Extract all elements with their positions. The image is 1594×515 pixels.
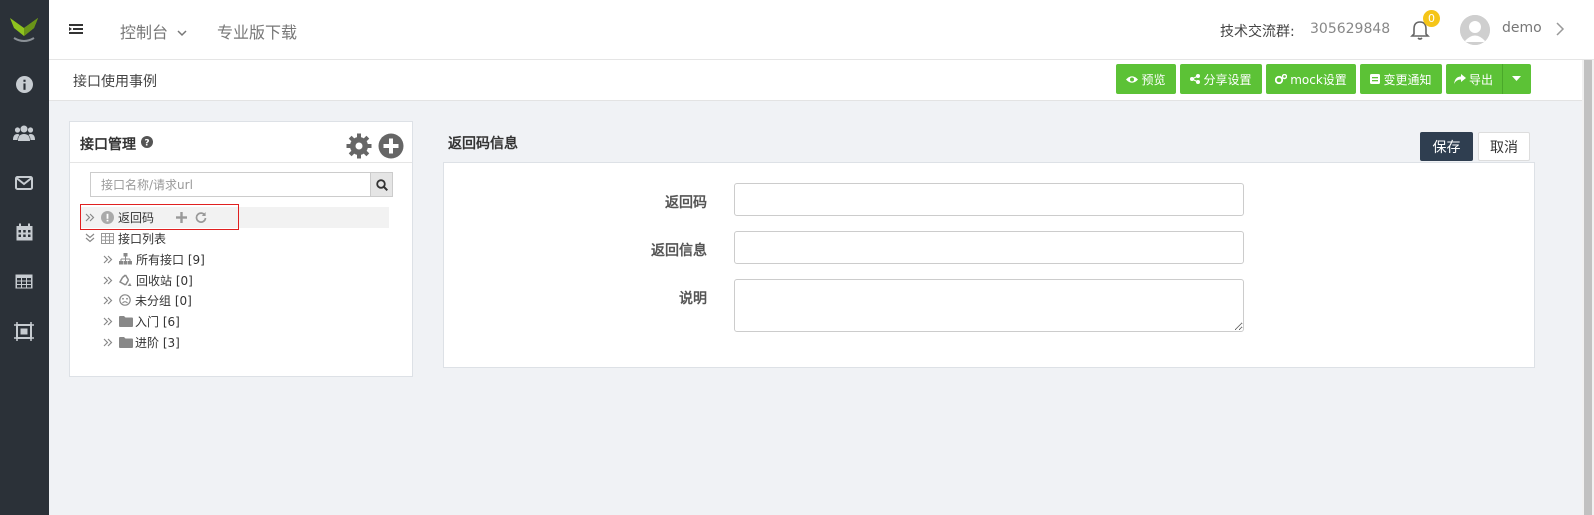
return-code-form: 返回码 返回信息 说明 [443,162,1535,368]
export-label: 导出 [1469,72,1494,87]
tree-item-label: 所有接口 [9] [136,252,205,267]
nav-pro-download[interactable]: 专业版下载 [217,19,297,43]
page-subheader: 接口使用事例 预览 分享设置 mock设置 变更通知 导出 [49,60,1582,101]
qq-group-label: 技术交流群: [1220,24,1295,40]
export-divider [1502,64,1503,94]
share-settings-button[interactable]: 分享设置 [1180,64,1262,94]
preview-button[interactable]: 预览 [1116,64,1176,94]
tree-item-getting-started[interactable]: 入门 [6] [103,311,180,331]
double-chevron-right-icon[interactable] [103,317,113,326]
top-header: 控制台 专业版下载 技术交流群: 305629848 0 demo [49,0,1594,60]
return-message-input[interactable] [734,231,1244,264]
double-chevron-down-icon[interactable] [85,233,95,243]
sidebar [0,0,49,515]
cogs-icon [1275,74,1288,84]
tree-item-label: 入门 [6] [135,314,180,329]
frame-icon[interactable] [13,320,35,342]
folder-icon [119,315,133,327]
share-icon [1190,74,1201,84]
tree-item-label: 返回码 [118,210,155,225]
search-button[interactable] [370,172,393,197]
recycle-icon [119,273,132,286]
tree-item-label: 接口列表 [118,231,167,246]
qq-group-number: 305629848 [1310,21,1391,37]
svg-text:?: ? [144,138,149,148]
change-notify-button[interactable]: 变更通知 [1360,64,1442,94]
api-tree-panel: 接口管理 ? 返回码 接口列表 所有接口 [69,121,413,377]
tree-item-advanced[interactable]: 进阶 [3] [103,332,180,352]
chevron-right-icon[interactable] [1555,22,1565,36]
menu-toggle-icon[interactable] [69,22,83,36]
tree-item-recycle-bin[interactable]: 回收站 [0] [103,270,193,290]
mock-settings-label: mock设置 [1290,72,1347,87]
tree-item-label: 回收站 [0] [136,273,193,288]
api-search-input[interactable] [90,172,370,197]
double-chevron-right-icon[interactable] [103,276,113,285]
tree-item-ungrouped[interactable]: 未分组 [0] [103,290,192,310]
question-circle-icon[interactable]: ? [141,136,153,148]
description-textarea[interactable] [734,279,1244,332]
table-icon [101,232,114,244]
cancel-button[interactable]: 取消 [1478,132,1530,161]
tree-panel-header: 接口管理 ? [70,122,412,163]
notification-badge: 0 [1423,10,1440,27]
return-code-input[interactable] [734,183,1244,216]
plus-icon[interactable] [176,211,188,223]
save-button[interactable]: 保存 [1420,132,1473,161]
folder-icon [119,336,133,348]
mock-settings-button[interactable]: mock设置 [1266,64,1356,94]
return-code-label: 返回码 [665,195,707,211]
preview-label: 预览 [1141,72,1166,87]
users-icon[interactable] [13,121,35,143]
tree-item-label: 进阶 [3] [135,335,180,350]
frown-icon [119,294,131,306]
gear-icon[interactable] [346,133,372,159]
table-icon[interactable] [13,270,35,292]
exclamation-circle-icon [101,210,114,224]
notice-icon [1370,74,1381,84]
share-settings-label: 分享设置 [1203,72,1252,87]
return-message-label: 返回信息 [651,243,707,259]
change-notify-label: 变更通知 [1383,72,1432,87]
app-logo[interactable] [8,12,40,46]
avatar[interactable] [1460,15,1490,45]
double-chevron-right-icon[interactable] [103,296,113,305]
tree-title: 接口管理 [80,137,136,153]
double-chevron-right-icon[interactable] [103,255,113,264]
envelope-icon[interactable] [13,172,35,194]
calendar-icon[interactable] [13,221,35,243]
page-title: 接口使用事例 [73,74,157,90]
nav-console-label: 控制台 [120,23,169,42]
info-icon[interactable] [13,73,35,95]
double-chevron-right-icon[interactable] [85,213,95,222]
chevron-down-icon [177,30,187,37]
export-button[interactable]: 导出 [1446,64,1531,94]
tree-item-all-apis[interactable]: 所有接口 [9] [103,249,205,269]
tree-item-api-list[interactable]: 接口列表 [85,228,166,248]
form-title: 返回码信息 [448,136,518,152]
eye-icon [1126,75,1139,83]
user-name[interactable]: demo [1502,20,1542,36]
sitemap-icon [119,253,132,265]
tree-item-return-code[interactable]: 返回码 [85,207,207,227]
description-label: 说明 [679,291,707,307]
share-arrow-icon [1454,74,1466,84]
tree-item-label: 未分组 [0] [135,293,192,308]
vertical-scrollbar[interactable] [1582,60,1594,515]
nav-console[interactable]: 控制台 [120,19,187,43]
caret-down-icon[interactable] [1512,76,1521,82]
search-icon [375,178,388,191]
scrollbar-thumb[interactable] [1584,60,1592,515]
plus-circle-icon[interactable] [378,133,404,159]
double-chevron-right-icon[interactable] [103,338,113,347]
refresh-icon[interactable] [195,211,207,223]
